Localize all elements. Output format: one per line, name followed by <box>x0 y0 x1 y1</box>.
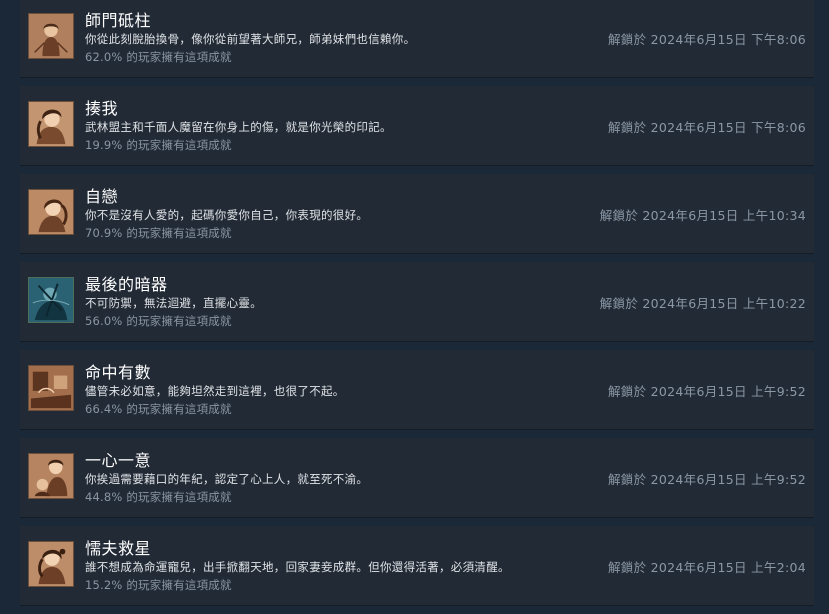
achievement-percent: 70.9% 的玩家擁有這項成就 <box>85 226 232 240</box>
sepia-portrait-icon <box>28 101 74 147</box>
achievement-percent: 56.0% 的玩家擁有這項成就 <box>85 314 232 328</box>
achievement-list: 師門砥柱 你從此刻脫胎換骨，像你從前望著大師兄，師弟妹們也信賴你。 62.0% … <box>20 0 814 614</box>
achievement-title: 最後的暗器 <box>85 275 168 294</box>
achievement-description: 不可防禦，無法迴避，直擺心靈。 <box>85 296 262 310</box>
achievement-row: 師門砥柱 你從此刻脫胎換骨，像你從前望著大師兄，師弟妹們也信賴你。 62.0% … <box>20 0 814 78</box>
achievement-row: 一心一意 你挨過需要藉口的年紀，認定了心上人，就至死不渝。 44.8% 的玩家擁… <box>20 438 814 518</box>
achievement-description: 誰不想成為命運寵兒，出手掀翻天地，回家妻妾成群。但你還得活著，必須清醒。 <box>85 560 510 574</box>
achievement-percent: 15.2% 的玩家擁有這項成就 <box>85 578 232 592</box>
achievement-title: 師門砥柱 <box>85 11 152 30</box>
achievement-row: 自戀 你不是沒有人愛的，起碼你愛你自己，你表現的很好。 70.9% 的玩家擁有這… <box>20 174 814 254</box>
unlock-time: 解鎖於 2024年6月15日 上午10:22 <box>599 296 806 311</box>
achievement-description: 你從此刻脫胎換骨，像你從前望著大師兄，師弟妹們也信賴你。 <box>85 32 416 46</box>
unlock-time: 解鎖於 2024年6月15日 下午8:06 <box>608 120 806 135</box>
unlock-time: 解鎖於 2024年6月15日 下午8:06 <box>608 32 806 47</box>
achievement-row: 懦夫救星 誰不想成為命運寵兒，出手掀翻天地，回家妻妾成群。但你還得活著，必須清醒… <box>20 526 814 606</box>
achievement-percent: 44.8% 的玩家擁有這項成就 <box>85 490 232 504</box>
sepia-portrait-icon <box>28 189 74 235</box>
achievement-description: 你不是沒有人愛的，起碼你愛你自己，你表現的很好。 <box>85 208 369 222</box>
achievement-row: 最後的暗器 不可防禦，無法迴避，直擺心靈。 56.0% 的玩家擁有這項成就 解鎖… <box>20 262 814 342</box>
unlock-time: 解鎖於 2024年6月15日 上午2:04 <box>608 560 806 575</box>
achievement-percent: 19.9% 的玩家擁有這項成就 <box>85 138 232 152</box>
achievement-title: 揍我 <box>85 99 119 118</box>
achievement-row: 揍我 武林盟主和千面人魔留在你身上的傷，就是你光榮的印記。 19.9% 的玩家擁… <box>20 86 814 166</box>
achievement-title: 一心一意 <box>85 451 152 470</box>
unlock-time: 解鎖於 2024年6月15日 上午9:52 <box>608 472 806 487</box>
sepia-scene-icon <box>28 365 74 411</box>
achievement-description: 儘管未必如意，能夠坦然走到這裡，也很了不起。 <box>85 384 345 398</box>
achievement-title: 自戀 <box>85 187 119 206</box>
achievement-description: 武林盟主和千面人魔留在你身上的傷，就是你光榮的印記。 <box>85 120 392 134</box>
sepia-couple-icon <box>28 453 74 499</box>
achievement-title: 命中有數 <box>85 363 152 382</box>
blue-portrait-icon <box>28 277 74 323</box>
achievement-row: 命中有數 儘管未必如意，能夠坦然走到這裡，也很了不起。 66.4% 的玩家擁有這… <box>20 350 814 430</box>
achievement-title: 懦夫救星 <box>85 539 152 558</box>
achievement-percent: 66.4% 的玩家擁有這項成就 <box>85 402 232 416</box>
sepia-portrait-icon <box>28 13 74 59</box>
unlock-time: 解鎖於 2024年6月15日 上午10:34 <box>599 208 806 223</box>
unlock-time: 解鎖於 2024年6月15日 上午9:52 <box>608 384 806 399</box>
achievement-percent: 62.0% 的玩家擁有這項成就 <box>85 50 232 64</box>
sepia-portrait-icon <box>28 541 74 587</box>
achievement-description: 你挨過需要藉口的年紀，認定了心上人，就至死不渝。 <box>85 472 369 486</box>
